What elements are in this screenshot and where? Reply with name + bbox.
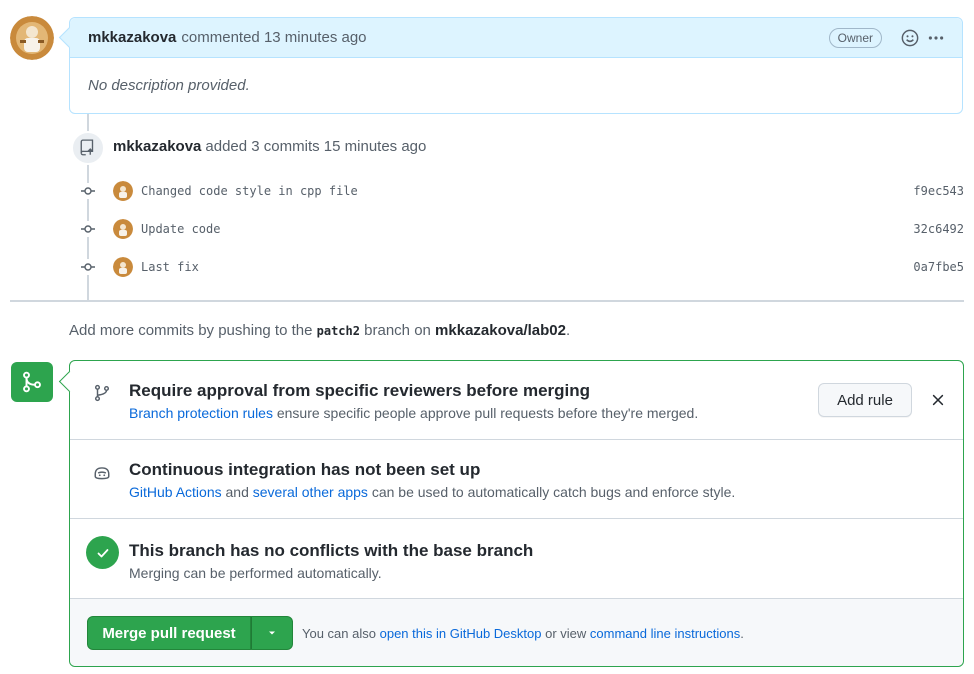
author-avatar[interactable] bbox=[10, 16, 54, 60]
command-line-link[interactable]: command line instructions bbox=[590, 626, 740, 641]
commit-dot-icon bbox=[80, 221, 96, 237]
ci-desc-text: can be used to automatically catch bugs … bbox=[371, 484, 736, 500]
comment-action[interactable]: commented 13 minutes ago bbox=[181, 29, 366, 46]
push-note-prefix: Add more commits by pushing to the bbox=[69, 322, 313, 339]
commit-row: Last fix 0a7fbe5 bbox=[80, 255, 964, 279]
commit-dot-icon bbox=[80, 183, 96, 199]
commits-summary-text: added 3 commits 15 minutes ago bbox=[205, 138, 427, 155]
conflicts-section: This branch has no conflicts with the ba… bbox=[70, 519, 963, 599]
copilot-icon bbox=[92, 463, 112, 483]
footer-middle: or view bbox=[545, 626, 587, 641]
commit-sha[interactable]: f9ec543 bbox=[913, 184, 964, 198]
smiley-icon[interactable] bbox=[900, 28, 920, 48]
github-actions-link[interactable]: GitHub Actions bbox=[129, 484, 222, 500]
comment-body: No description provided. bbox=[88, 77, 250, 94]
comment-header: mkkazakova commented 13 minutes ago Owne… bbox=[70, 18, 962, 58]
branch-name: patch2 bbox=[316, 324, 360, 338]
timeline-divider bbox=[10, 300, 964, 302]
reviewers-desc-text: ensure specific people approve pull requ… bbox=[276, 405, 699, 421]
comment-author[interactable]: mkkazakova bbox=[88, 29, 176, 46]
footer-suffix: . bbox=[740, 626, 744, 641]
conflicts-desc: Merging can be performed automatically. bbox=[129, 565, 382, 581]
branch-protection-link[interactable]: Branch protection rules bbox=[129, 405, 273, 421]
git-branch-icon bbox=[92, 383, 112, 403]
close-icon[interactable] bbox=[928, 390, 948, 410]
other-apps-link[interactable]: several other apps bbox=[253, 484, 368, 500]
commits-summary: mkkazakova added 3 commits 15 minutes ago bbox=[113, 138, 426, 155]
open-desktop-link[interactable]: open this in GitHub Desktop bbox=[380, 626, 542, 641]
push-note-middle: branch on bbox=[364, 322, 431, 339]
kebab-menu-icon[interactable] bbox=[926, 28, 946, 48]
commit-avatar[interactable] bbox=[113, 181, 133, 201]
add-rule-button[interactable]: Add rule bbox=[818, 383, 912, 417]
commit-avatar[interactable] bbox=[113, 257, 133, 277]
repo-name[interactable]: mkkazakova/lab02 bbox=[435, 322, 566, 339]
footer-prefix: You can also bbox=[302, 626, 376, 641]
push-note: Add more commits by pushing to the patch… bbox=[69, 322, 570, 339]
commits-author[interactable]: mkkazakova bbox=[113, 138, 201, 155]
check-icon bbox=[86, 536, 119, 569]
merge-pull-request-button[interactable]: Merge pull request bbox=[87, 616, 251, 650]
reviewers-title: Require approval from specific reviewers… bbox=[129, 381, 591, 400]
merge-box: Require approval from specific reviewers… bbox=[69, 360, 964, 667]
commit-message[interactable]: Update code bbox=[141, 222, 913, 236]
commit-row: Update code 32c6492 bbox=[80, 217, 964, 241]
commit-dot-icon bbox=[80, 259, 96, 275]
comment-box: mkkazakova commented 13 minutes ago Owne… bbox=[69, 17, 963, 114]
conflicts-title: This branch has no conflicts with the ba… bbox=[129, 541, 534, 560]
commit-message[interactable]: Last fix bbox=[141, 260, 913, 274]
ci-section: Continuous integration has not been set … bbox=[70, 440, 963, 519]
reviewers-section: Require approval from specific reviewers… bbox=[70, 361, 963, 440]
commit-sha[interactable]: 32c6492 bbox=[913, 222, 964, 236]
ci-title: Continuous integration has not been set … bbox=[129, 460, 481, 479]
commit-sha[interactable]: 0a7fbe5 bbox=[913, 260, 964, 274]
ci-and: and bbox=[225, 484, 249, 500]
merge-footer: Merge pull request You can also open thi… bbox=[70, 599, 963, 666]
commit-message[interactable]: Changed code style in cpp file bbox=[141, 184, 913, 198]
merge-button-group: Merge pull request bbox=[87, 616, 293, 650]
merge-dropdown-button[interactable] bbox=[251, 616, 293, 650]
reviewers-desc: Branch protection rules ensure specific … bbox=[129, 405, 698, 421]
push-note-suffix: . bbox=[565, 322, 571, 339]
footer-note: You can also open this in GitHub Desktop… bbox=[302, 626, 744, 641]
owner-badge: Owner bbox=[828, 27, 882, 48]
commit-row: Changed code style in cpp file f9ec543 bbox=[80, 179, 964, 203]
commit-avatar[interactable] bbox=[113, 219, 133, 239]
git-merge-icon bbox=[11, 362, 53, 402]
caret-down-icon bbox=[269, 631, 275, 635]
ci-desc: GitHub Actions and several other apps ca… bbox=[129, 484, 735, 500]
repo-push-icon bbox=[71, 131, 105, 165]
